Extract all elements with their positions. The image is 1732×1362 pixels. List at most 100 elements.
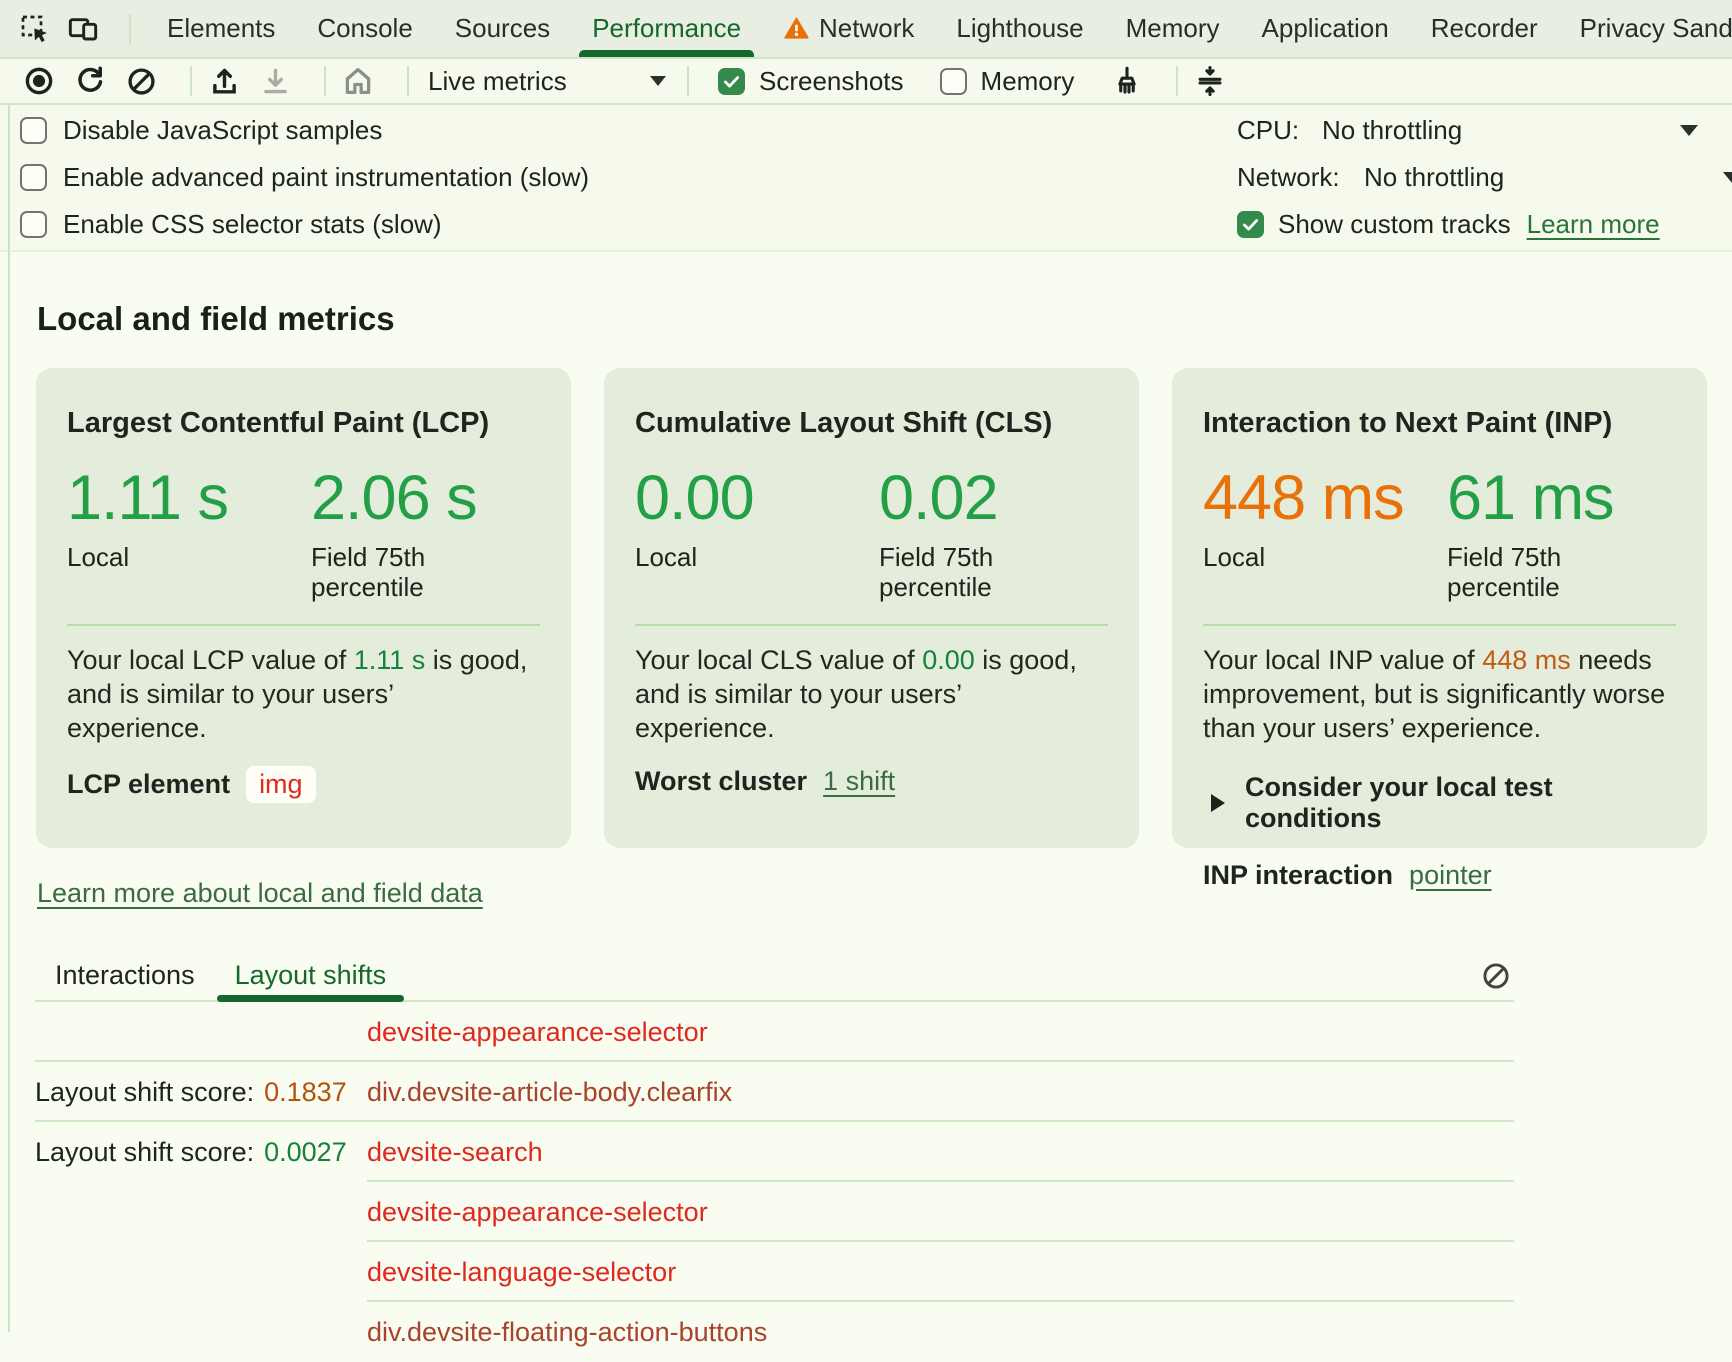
checkbox-unchecked-icon xyxy=(20,117,47,144)
table-row: devsite-appearance-selector xyxy=(35,1182,1514,1242)
garbage-collect-broom-icon[interactable] xyxy=(1110,64,1144,98)
cpu-throttling-select[interactable]: No throttling xyxy=(1322,115,1462,146)
page-title: Local and field metrics xyxy=(37,300,395,338)
card-divider xyxy=(1203,624,1676,626)
chevron-down-icon[interactable] xyxy=(1723,172,1732,183)
inp-description: Your local INP value of 448 ms needs imp… xyxy=(1203,643,1676,745)
lcp-local-label: Local xyxy=(67,542,272,572)
memory-checkbox[interactable]: Memory xyxy=(940,66,1075,97)
worst-cluster-link[interactable]: 1 shift xyxy=(823,766,895,797)
history-dropdown[interactable]: Live metrics xyxy=(428,66,666,97)
inp-field-label: Field 75th percentile xyxy=(1447,542,1652,602)
enable-advanced-paint-instrumentation-slow-checkbox[interactable]: Enable advanced paint instrumentation (s… xyxy=(20,154,589,201)
checkbox-unchecked-icon xyxy=(940,68,967,95)
cls-local-label: Local xyxy=(635,542,840,572)
clear-log-icon[interactable] xyxy=(1480,960,1512,992)
shifted-element-link[interactable]: div.devsite-article-body.clearfix xyxy=(367,1077,732,1108)
home-icon[interactable] xyxy=(341,64,375,98)
divider xyxy=(129,14,131,44)
clear-button[interactable] xyxy=(124,64,158,98)
tab-memory[interactable]: Memory xyxy=(1105,0,1241,57)
chevron-down-icon xyxy=(650,76,666,86)
shifted-element-link[interactable]: devsite-search xyxy=(367,1137,543,1168)
shifted-element-link[interactable]: devsite-language-selector xyxy=(367,1257,676,1288)
reload-record-button[interactable] xyxy=(73,64,107,98)
download-profile-icon[interactable] xyxy=(258,64,292,98)
shifted-element-link[interactable]: div.devsite-floating-action-buttons xyxy=(367,1317,767,1348)
checkbox-label: Disable JavaScript samples xyxy=(63,115,382,146)
worst-cluster-label: Worst cluster xyxy=(635,766,807,797)
tab-label: Privacy Sand xyxy=(1580,13,1732,44)
tab-label: Sources xyxy=(455,13,550,44)
cls-card: Cumulative Layout Shift (CLS) 0.00 Local… xyxy=(604,368,1139,848)
shifted-element-link[interactable]: devsite-appearance-selector xyxy=(367,1017,708,1048)
checkbox-checked-icon xyxy=(1237,211,1264,238)
checkbox-label: Enable CSS selector stats (slow) xyxy=(63,209,442,240)
checkbox-label: Enable advanced paint instrumentation (s… xyxy=(63,162,589,193)
tab-network[interactable]: Network xyxy=(762,0,935,57)
tab-label: Performance xyxy=(592,13,741,44)
tab-interactions[interactable]: Interactions xyxy=(35,950,215,1000)
performance-toolbar: Live metrics Screenshots Memory xyxy=(0,59,1732,105)
tab-application[interactable]: Application xyxy=(1241,0,1410,57)
tab-sources[interactable]: Sources xyxy=(434,0,571,57)
enable-css-selector-stats-slow-checkbox[interactable]: Enable CSS selector stats (slow) xyxy=(20,201,589,248)
inp-local-value: 448 ms xyxy=(1203,467,1447,530)
record-button[interactable] xyxy=(22,64,56,98)
inspect-icon[interactable] xyxy=(18,12,52,46)
tab-layout-shifts[interactable]: Layout shifts xyxy=(215,950,407,1000)
chevron-down-icon[interactable] xyxy=(1680,125,1698,136)
metric-cards: Largest Contentful Paint (LCP) 1.11 s Lo… xyxy=(36,368,1707,848)
network-throttling-row: Network: No throttling xyxy=(1237,154,1732,201)
tab-label: Console xyxy=(317,13,412,44)
lcp-field-label: Field 75th percentile xyxy=(311,542,516,602)
lcp-local-value: 1.11 s xyxy=(67,467,311,530)
show-custom-tracks-label: Show custom tracks xyxy=(1278,209,1511,240)
custom-tracks-learn-more-link[interactable]: Learn more xyxy=(1527,209,1660,240)
table-row: devsite-language-selector xyxy=(35,1242,1514,1302)
collapse-icon[interactable] xyxy=(1193,64,1227,98)
tab-performance[interactable]: Performance xyxy=(571,0,762,57)
tab-lighthouse[interactable]: Lighthouse xyxy=(935,0,1104,57)
upload-profile-icon[interactable] xyxy=(207,64,241,98)
panel-left-border xyxy=(8,105,10,1332)
lcp-card-title: Largest Contentful Paint (LCP) xyxy=(67,407,540,440)
divider xyxy=(190,66,192,96)
inp-interaction-link[interactable]: pointer xyxy=(1409,860,1492,891)
live-metrics-label: Live metrics xyxy=(428,66,567,97)
table-row: Layout shift score:0.1837div.devsite-art… xyxy=(35,1062,1514,1122)
disable-javascript-samples-checkbox[interactable]: Disable JavaScript samples xyxy=(20,107,589,154)
warning-icon xyxy=(783,15,810,42)
layout-shifts-table: devsite-appearance-selectorLayout shift … xyxy=(35,1002,1514,1362)
cls-card-title: Cumulative Layout Shift (CLS) xyxy=(635,407,1108,440)
active-tab-underline xyxy=(217,995,405,1002)
tab-elements[interactable]: Elements xyxy=(146,0,296,57)
inp-card-title: Interaction to Next Paint (INP) xyxy=(1203,407,1676,440)
layout-shift-score: Layout shift score:0.1837 xyxy=(35,1077,367,1108)
tab-label: Elements xyxy=(167,13,275,44)
cls-description: Your local CLS value of 0.00 is good, an… xyxy=(635,643,1108,745)
shifted-element-link[interactable]: devsite-appearance-selector xyxy=(367,1197,708,1228)
learn-more-field-data-link[interactable]: Learn more about local and field data xyxy=(37,878,483,909)
lcp-element-label: LCP element xyxy=(67,769,230,800)
capture-settings-checkboxes: Disable JavaScript samples Enable advance… xyxy=(20,107,589,248)
tab-label: Application xyxy=(1262,13,1389,44)
tab-console[interactable]: Console xyxy=(296,0,433,57)
cls-field-label: Field 75th percentile xyxy=(879,542,1084,602)
throttling-settings: CPU: No throttling Network: No throttlin… xyxy=(1237,107,1732,248)
network-throttling-select[interactable]: No throttling xyxy=(1364,162,1504,193)
tab-recorder[interactable]: Recorder xyxy=(1410,0,1559,57)
custom-tracks-row: Show custom tracks Learn more xyxy=(1237,201,1732,248)
cpu-throttling-row: CPU: No throttling xyxy=(1237,107,1732,154)
devtools-tab-bar: Elements Console Sources Performance Network… xyxy=(0,0,1732,59)
lcp-element-link[interactable]: img xyxy=(246,766,316,803)
tab-label: Network xyxy=(819,13,914,44)
tab-privacy-sand[interactable]: Privacy Sand xyxy=(1559,0,1732,57)
screenshots-label: Screenshots xyxy=(759,66,904,97)
inp-card: Interaction to Next Paint (INP) 448 ms L… xyxy=(1172,368,1707,848)
show-custom-tracks-checkbox[interactable]: Show custom tracks xyxy=(1237,209,1511,240)
tab-label: Memory xyxy=(1126,13,1220,44)
device-toolbar-icon[interactable] xyxy=(66,12,100,46)
screenshots-checkbox[interactable]: Screenshots xyxy=(718,66,904,97)
local-test-conditions-disclosure[interactable]: Consider your local test conditions xyxy=(1211,772,1676,834)
